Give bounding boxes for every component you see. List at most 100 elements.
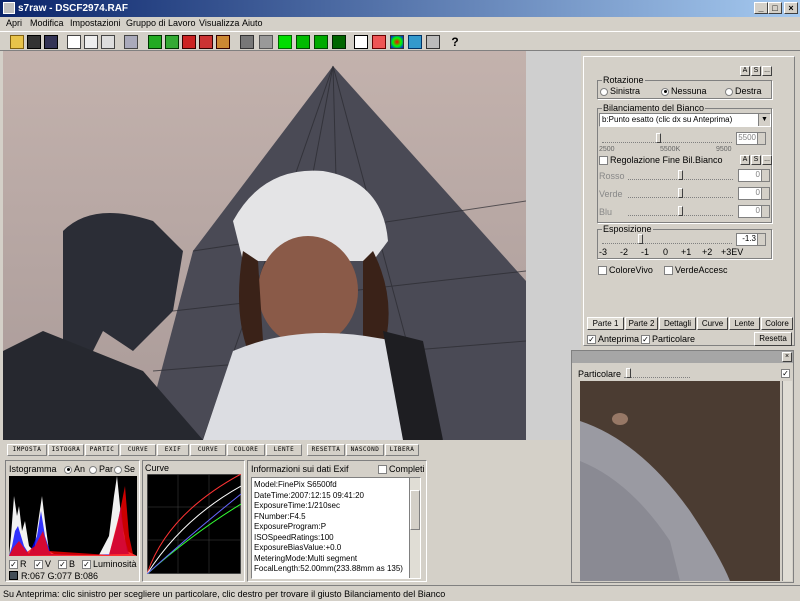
- tab-colore-bottom[interactable]: COLORE: [227, 444, 265, 456]
- histogram-r-checkbox[interactable]: ✓ R: [9, 559, 27, 570]
- zoom-icon[interactable]: [84, 35, 98, 49]
- tab-curve-2[interactable]: CURVE: [190, 444, 226, 456]
- save-icon[interactable]: [27, 35, 41, 49]
- tab-parte-2[interactable]: Parte 2: [625, 317, 658, 330]
- menu-aiuto[interactable]: Aiuto: [242, 18, 263, 28]
- exposure-slider[interactable]: [602, 234, 732, 244]
- curve-icon[interactable]: [408, 35, 422, 49]
- particolare-window-checkbox[interactable]: ✓: [781, 368, 792, 379]
- slider-thumb[interactable]: [626, 368, 631, 378]
- tab-lente-bottom[interactable]: LENTE: [266, 444, 302, 456]
- rotation-none-radio[interactable]: Nessuna: [661, 86, 707, 96]
- tab-resetta[interactable]: RESETTA: [307, 444, 345, 456]
- menu-visualizza[interactable]: Visualizza: [199, 18, 239, 28]
- rotation-a-button[interactable]: A: [740, 66, 750, 76]
- resetta-button[interactable]: Resetta: [754, 332, 792, 346]
- menu-impostazioni[interactable]: Impostazioni: [70, 18, 121, 28]
- green-slider[interactable]: [628, 188, 733, 198]
- blue-field[interactable]: 0: [738, 205, 770, 218]
- slider-thumb[interactable]: [638, 234, 643, 244]
- chevron-down-icon[interactable]: ▼: [758, 114, 770, 126]
- stack-icon[interactable]: [124, 35, 138, 49]
- histogram-se-radio[interactable]: Se: [114, 464, 135, 474]
- wb-s-button[interactable]: S: [751, 155, 761, 165]
- tab-nascond[interactable]: NASCOND: [346, 444, 384, 456]
- close-button[interactable]: ×: [784, 2, 798, 14]
- verde-accesc-checkbox[interactable]: VerdeAccesc: [664, 265, 728, 276]
- green-grid-3-icon[interactable]: [332, 35, 346, 49]
- tab-imposta[interactable]: IMPOSTA: [7, 444, 47, 456]
- copy-icon[interactable]: [67, 35, 81, 49]
- histogram-par-radio[interactable]: Par: [89, 464, 113, 474]
- save-as-icon[interactable]: [44, 35, 58, 49]
- crop-icon[interactable]: [101, 35, 115, 49]
- rotation-left-radio[interactable]: Sinistra: [600, 86, 640, 96]
- maximize-button[interactable]: □: [768, 2, 782, 14]
- wb-a-button[interactable]: A: [740, 155, 750, 165]
- slider-thumb[interactable]: [656, 133, 661, 143]
- image-icon[interactable]: [426, 35, 440, 49]
- wb-temperature-field[interactable]: 5500: [736, 132, 766, 145]
- convert-green-2-icon[interactable]: [165, 35, 179, 49]
- tab-curve[interactable]: Curve: [697, 317, 728, 330]
- close-icon[interactable]: ×: [782, 352, 792, 362]
- particolare-zoom-slider[interactable]: [624, 368, 690, 378]
- convert-jpg-icon[interactable]: [216, 35, 230, 49]
- red-slider[interactable]: [628, 170, 733, 180]
- green-box-icon[interactable]: [278, 35, 292, 49]
- grey-box-icon[interactable]: [240, 35, 254, 49]
- preview-image[interactable]: [3, 51, 526, 440]
- grid-icon[interactable]: [354, 35, 368, 49]
- menu-gruppo-lavoro[interactable]: Gruppo di Lavoro: [126, 18, 196, 28]
- slider-thumb[interactable]: [678, 188, 683, 198]
- tab-exif[interactable]: EXIF: [157, 444, 189, 456]
- particolare-checkbox[interactable]: ✓ Particolare: [641, 334, 695, 345]
- anteprima-checkbox[interactable]: ✓ Anteprima: [587, 334, 639, 345]
- particolare-zoom-view[interactable]: [580, 381, 780, 581]
- rotation-right-radio[interactable]: Destra: [725, 86, 762, 96]
- completi-checkbox[interactable]: Completi: [378, 464, 425, 475]
- red-field[interactable]: 0: [738, 169, 770, 182]
- tab-libera[interactable]: LIBERA: [385, 444, 419, 456]
- white-balance-dropdown[interactable]: b:Punto esatto (clic dx su Anteprima) ▼: [599, 113, 771, 127]
- green-field[interactable]: 0: [738, 187, 770, 200]
- open-icon[interactable]: [10, 35, 24, 49]
- rotation-more-button[interactable]: ...: [762, 66, 772, 76]
- rotation-s-button[interactable]: S: [751, 66, 761, 76]
- grey-box-2-icon[interactable]: [259, 35, 273, 49]
- curve-graph[interactable]: [147, 474, 241, 574]
- convert-green-icon[interactable]: [148, 35, 162, 49]
- help-icon[interactable]: ?: [448, 35, 462, 49]
- fine-wb-checkbox[interactable]: Regolazione Fine Bil.Bianco: [599, 155, 723, 166]
- menu-apri[interactable]: Apri: [6, 18, 22, 28]
- tab-parte-1[interactable]: Parte 1: [587, 317, 624, 330]
- exposure-field[interactable]: -1.3: [736, 233, 766, 246]
- color-wheel-icon[interactable]: [372, 35, 386, 49]
- tab-dettagli[interactable]: Dettagli: [659, 317, 696, 330]
- slider-thumb[interactable]: [678, 206, 683, 216]
- slider-thumb[interactable]: [678, 170, 683, 180]
- convert-red-icon[interactable]: [182, 35, 196, 49]
- app-icon[interactable]: [3, 2, 15, 14]
- minimize-button[interactable]: _: [754, 2, 768, 14]
- exif-scrollbar[interactable]: [409, 478, 420, 578]
- green-grid-icon[interactable]: [296, 35, 310, 49]
- exif-list[interactable]: Model:FinePix S6500fd DateTime:2007:12:1…: [251, 477, 421, 579]
- scrollbar-thumb[interactable]: [410, 490, 420, 530]
- histogram-luminosita-checkbox[interactable]: ✓ Luminosità: [82, 559, 137, 570]
- convert-red-2-icon[interactable]: [199, 35, 213, 49]
- green-grid-2-icon[interactable]: [314, 35, 328, 49]
- tab-lente[interactable]: Lente: [729, 317, 760, 330]
- histogram-v-checkbox[interactable]: ✓ V: [34, 559, 51, 570]
- tab-partic[interactable]: PARTIC: [85, 444, 119, 456]
- particolare-titlebar[interactable]: ×: [572, 351, 793, 363]
- wb-temperature-slider[interactable]: [602, 133, 732, 143]
- histogram-b-checkbox[interactable]: ✓ B: [58, 559, 75, 570]
- tab-colore[interactable]: Colore: [761, 317, 793, 330]
- histogram-an-radio[interactable]: An: [64, 464, 85, 474]
- tab-istogra[interactable]: ISTOGRA: [48, 444, 84, 456]
- rgb-icon[interactable]: [390, 35, 404, 49]
- menu-modifica[interactable]: Modifica: [30, 18, 64, 28]
- particolare-scrollbar[interactable]: [782, 381, 792, 581]
- colore-vivo-checkbox[interactable]: ColoreVivo: [598, 265, 653, 276]
